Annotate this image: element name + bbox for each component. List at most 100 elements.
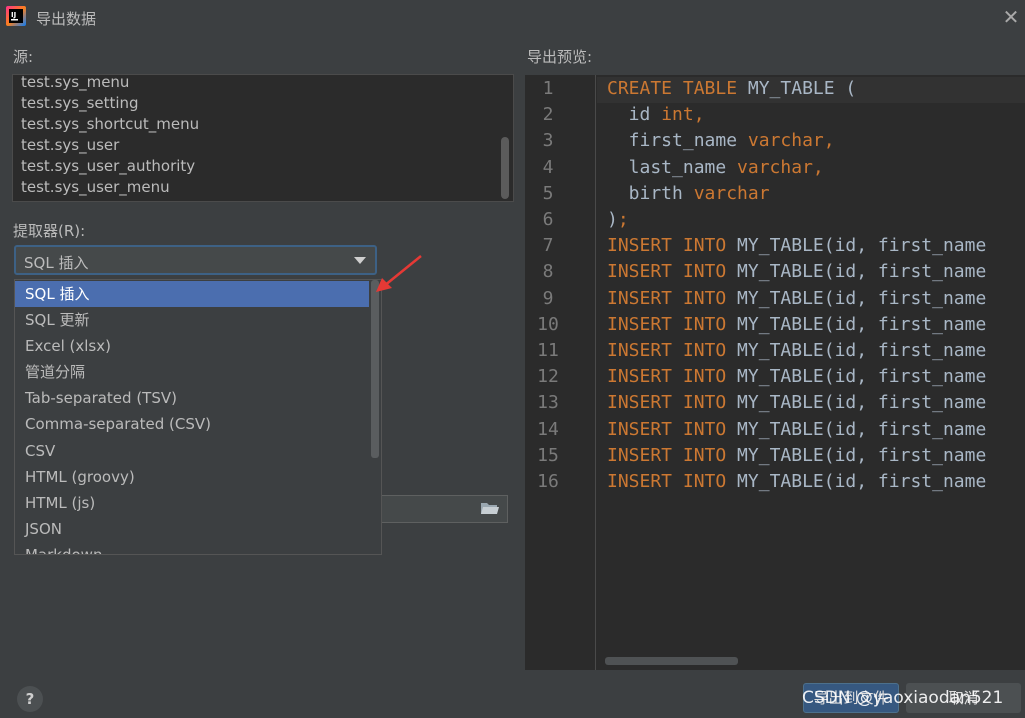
line-number: 2 bbox=[542, 104, 554, 126]
code-keyword: INSERT INTO bbox=[607, 366, 727, 388]
preview-label: 导出预览: bbox=[527, 48, 593, 66]
line-number: 5 bbox=[542, 182, 554, 204]
code-line: first_name varchar, bbox=[607, 130, 835, 151]
line-number: 11 bbox=[537, 340, 559, 361]
annotation-arrow-icon bbox=[376, 255, 422, 292]
source-label: 源: bbox=[13, 48, 34, 66]
code-line: INSERT INTO MY_TABLE(id, first_name bbox=[607, 392, 986, 413]
source-item[interactable]: test.sys_menu bbox=[21, 75, 129, 91]
code-keyword: INSERT INTO bbox=[607, 287, 727, 309]
code-text: MY_TABLE(id, first_name bbox=[726, 287, 987, 309]
code-keyword: INSERT INTO bbox=[607, 418, 727, 440]
code-line: INSERT INTO MY_TABLE(id, first_name bbox=[607, 261, 986, 282]
code-line: last_name varchar, bbox=[607, 157, 824, 178]
title-bar bbox=[0, 0, 1025, 36]
line-number: 9 bbox=[542, 287, 554, 309]
line-number: 14 bbox=[537, 418, 559, 440]
code-text: MY_TABLE(id, first_name bbox=[726, 261, 987, 283]
code-text: MY_TABLE(id, first_name bbox=[726, 340, 987, 361]
code-text: birth bbox=[607, 182, 694, 204]
source-item[interactable]: test.sys_user_authority bbox=[21, 157, 195, 175]
code-text: MY_TABLE(id, first_name bbox=[726, 235, 987, 257]
gutter-divider bbox=[595, 75, 596, 670]
code-text: MY_TABLE(id, first_name bbox=[726, 392, 987, 414]
code-keyword: CREATE TABLE bbox=[607, 78, 738, 99]
code-line: INSERT INTO MY_TABLE(id, first_name bbox=[607, 419, 986, 440]
dropdown-option[interactable]: Markdown bbox=[15, 542, 369, 554]
dropdown-option[interactable]: HTML (groovy) bbox=[15, 464, 369, 490]
line-number: 6 bbox=[542, 209, 554, 230]
code-text: MY_TABLE(id, first_name bbox=[726, 444, 987, 466]
line-number: 1 bbox=[542, 78, 554, 99]
code-keyword: ; bbox=[617, 209, 629, 230]
code-line: CREATE TABLE MY_TABLE ( bbox=[607, 78, 856, 99]
code-keyword: varchar bbox=[693, 182, 770, 204]
chevron-down-icon bbox=[354, 257, 366, 264]
dropdown-option[interactable]: CSV bbox=[15, 438, 369, 464]
code-keyword: INSERT INTO bbox=[607, 235, 727, 257]
code-keyword: INSERT INTO bbox=[607, 313, 727, 335]
dropdown-option[interactable]: HTML (js) bbox=[15, 490, 369, 516]
code-line: INSERT INTO MY_TABLE(id, first_name bbox=[607, 314, 986, 335]
extractor-label: 提取器(R): bbox=[13, 222, 86, 240]
line-number: 8 bbox=[542, 261, 554, 283]
line-number: 10 bbox=[537, 313, 559, 335]
code-text: MY_TABLE(id, first_name bbox=[726, 366, 987, 388]
code-keyword: INSERT INTO bbox=[607, 340, 727, 361]
code-keyword: INSERT INTO bbox=[607, 471, 727, 492]
preview-horizontal-scrollbar[interactable] bbox=[605, 657, 738, 665]
window-title: 导出数据 bbox=[36, 10, 97, 28]
code-line: birth varchar bbox=[607, 183, 770, 204]
code-line: INSERT INTO MY_TABLE(id, first_name bbox=[607, 235, 986, 256]
line-number: 16 bbox=[537, 471, 559, 492]
code-text: MY_TABLE(id, first_name bbox=[726, 313, 987, 335]
dropdown-option[interactable]: SQL 更新 bbox=[15, 307, 369, 333]
code-line: INSERT INTO MY_TABLE(id, first_name bbox=[607, 366, 986, 387]
folder-icon[interactable] bbox=[480, 500, 500, 516]
close-icon[interactable]: ✕ bbox=[1000, 6, 1022, 28]
dropdown-option[interactable]: Comma-separated (CSV) bbox=[15, 411, 369, 437]
code-line: INSERT INTO MY_TABLE(id, first_name bbox=[607, 445, 986, 466]
line-number: 4 bbox=[542, 156, 554, 178]
code-line: INSERT INTO MY_TABLE(id, first_name bbox=[607, 471, 986, 492]
source-scrollbar[interactable] bbox=[501, 137, 509, 199]
source-list[interactable]: test.sys_menu test.sys_setting test.sys_… bbox=[12, 74, 514, 202]
code-line: INSERT INTO MY_TABLE(id, first_name bbox=[607, 288, 986, 309]
dropdown-scrollbar[interactable] bbox=[371, 280, 379, 458]
code-keyword: varchar, bbox=[747, 130, 835, 152]
line-number: 15 bbox=[537, 444, 559, 466]
dropdown-option[interactable]: SQL 插入 bbox=[15, 281, 369, 307]
code-keyword: INSERT INTO bbox=[607, 444, 727, 466]
dropdown-option[interactable]: JSON bbox=[15, 516, 369, 542]
code-keyword: INSERT INTO bbox=[607, 392, 727, 414]
source-item[interactable]: test.sys_user_menu bbox=[21, 178, 170, 196]
code-text: first_name bbox=[607, 130, 748, 152]
export-preview-editor[interactable]: 1 CREATE TABLE MY_TABLE ( 2 id int, 3 first… bbox=[525, 75, 1025, 670]
watermark: CSDN @yaoxiaodan521 bbox=[802, 688, 1004, 708]
code-keyword: INSERT INTO bbox=[607, 261, 727, 283]
line-number: 13 bbox=[537, 392, 559, 414]
code-text: ) bbox=[607, 209, 618, 230]
code-text: MY_TABLE(id, first_name bbox=[726, 471, 987, 492]
line-number: 7 bbox=[542, 235, 554, 257]
code-line: ); bbox=[607, 209, 629, 230]
extractor-selected-value: SQL 插入 bbox=[24, 254, 89, 272]
line-number: 12 bbox=[537, 366, 559, 388]
code-text: id bbox=[607, 104, 662, 126]
source-item[interactable]: test.sys_setting bbox=[21, 94, 139, 112]
dropdown-option[interactable]: Tab-separated (TSV) bbox=[15, 385, 369, 411]
dropdown-option[interactable]: Excel (xlsx) bbox=[15, 333, 369, 359]
code-text: MY_TABLE(id, first_name bbox=[726, 418, 987, 440]
extractor-select[interactable]: SQL 插入 bbox=[14, 245, 377, 275]
code-line: id int, bbox=[607, 104, 705, 125]
intellij-icon: IJ bbox=[6, 6, 26, 26]
source-item[interactable]: test.sys_user bbox=[21, 136, 119, 154]
svg-text:IJ: IJ bbox=[11, 11, 16, 19]
line-number: 3 bbox=[542, 130, 554, 152]
help-button[interactable]: ? bbox=[17, 686, 43, 712]
source-item[interactable]: test.sys_shortcut_menu bbox=[21, 115, 199, 133]
code-keyword: int, bbox=[661, 104, 705, 126]
dropdown-option[interactable]: 管道分隔 bbox=[15, 359, 369, 385]
extractor-dropdown[interactable]: SQL 插入 SQL 更新 Excel (xlsx) 管道分隔 Tab-sepa… bbox=[14, 279, 382, 555]
code-line: INSERT INTO MY_TABLE(id, first_name bbox=[607, 340, 986, 361]
